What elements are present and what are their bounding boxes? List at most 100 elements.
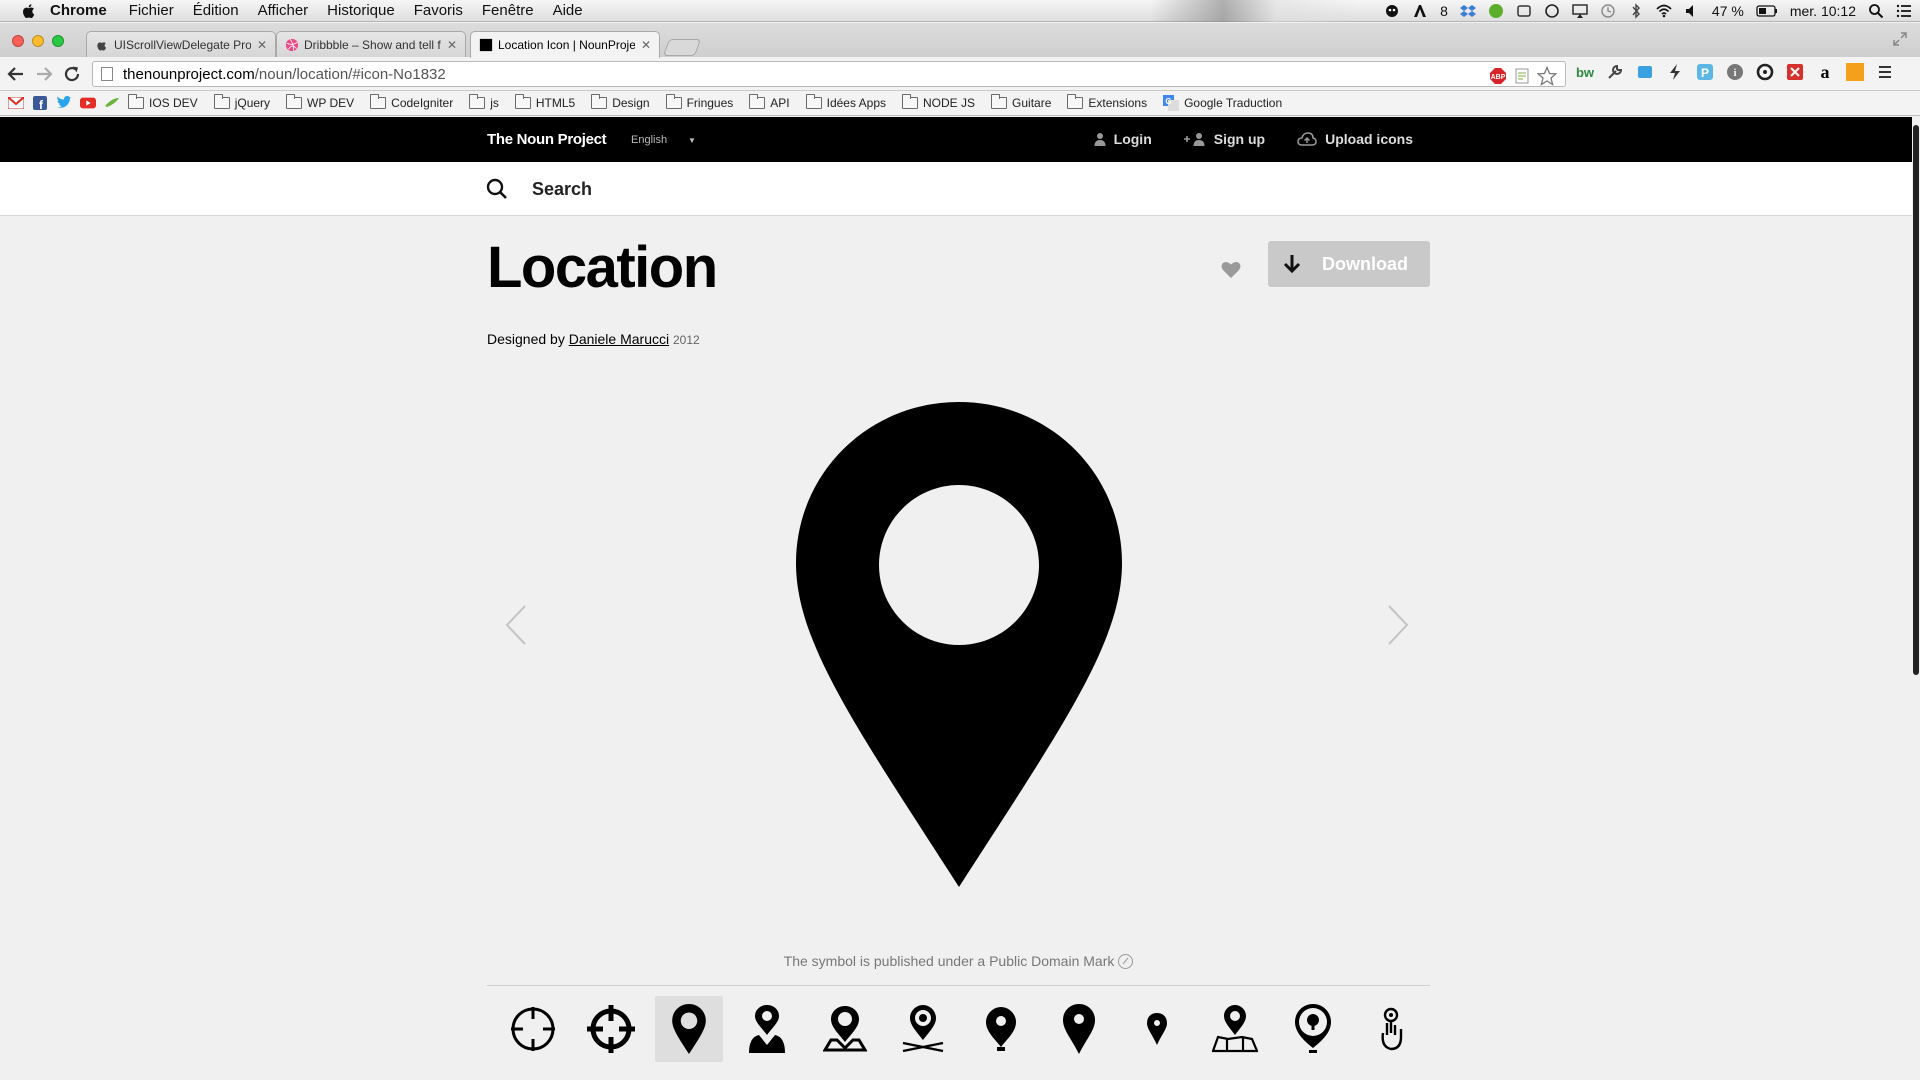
scrollbar-thumb[interactable] bbox=[1913, 125, 1919, 675]
tab-close-icon[interactable]: ✕ bbox=[641, 38, 651, 52]
tab-dribbble[interactable]: Dribbble – Show and tell fo ✕ bbox=[276, 31, 466, 57]
bluetooth-status-icon[interactable] bbox=[1628, 3, 1644, 19]
bw-extension-icon[interactable]: bw bbox=[1574, 61, 1596, 83]
related-target-icon[interactable] bbox=[577, 996, 645, 1062]
login-link[interactable]: Login bbox=[1094, 131, 1152, 147]
youtube-icon[interactable] bbox=[80, 95, 96, 111]
address-bar[interactable]: thenounproject.com/noun/location/#icon-N… bbox=[92, 61, 1566, 87]
airplay-status-icon[interactable] bbox=[1572, 3, 1588, 19]
designer-link[interactable]: Daniele Marucci bbox=[569, 331, 669, 347]
bookmark-folder[interactable]: Idées Apps bbox=[805, 94, 886, 110]
window-minimize-button[interactable] bbox=[32, 35, 44, 47]
spotify-status-icon[interactable] bbox=[1488, 3, 1504, 19]
related-hand-pointer-icon[interactable] bbox=[1357, 996, 1425, 1062]
upload-icons-link[interactable]: Upload icons bbox=[1297, 131, 1413, 147]
related-location-pin-icon[interactable] bbox=[655, 996, 723, 1062]
wifi-status-icon[interactable] bbox=[1656, 3, 1672, 19]
close-extension-icon[interactable] bbox=[1784, 61, 1806, 83]
bookmark-folder[interactable]: IOS DEV bbox=[128, 94, 198, 110]
bookmark-folder[interactable]: js bbox=[469, 94, 499, 110]
adobe-status-icon[interactable] bbox=[1412, 3, 1428, 19]
related-map-with-pin-icon[interactable] bbox=[1201, 996, 1269, 1062]
related-person-pin-icon[interactable] bbox=[733, 996, 801, 1062]
window-maximize-button[interactable] bbox=[52, 35, 64, 47]
battery-icon[interactable] bbox=[1756, 3, 1778, 19]
apple-menu-icon[interactable] bbox=[20, 2, 38, 20]
menu-app-name[interactable]: Chrome bbox=[50, 2, 107, 19]
chrome-menu-icon[interactable] bbox=[1874, 61, 1896, 83]
bookmark-folder[interactable]: Guitare bbox=[991, 94, 1051, 110]
license-text[interactable]: The symbol is published under a Public D… bbox=[784, 953, 1115, 969]
amazon-extension-icon[interactable]: a bbox=[1814, 61, 1836, 83]
tab-close-icon[interactable]: ✕ bbox=[447, 38, 457, 52]
tab-noun-project[interactable]: Location Icon | NounProjec ✕ bbox=[470, 31, 660, 58]
related-small-pin-icon[interactable] bbox=[1123, 996, 1191, 1062]
spotlight-search-icon[interactable] bbox=[1868, 3, 1884, 19]
caret-down-icon[interactable]: ▼ bbox=[688, 136, 696, 145]
next-icon-arrow[interactable] bbox=[1387, 604, 1409, 646]
settings-extension-icon[interactable] bbox=[1754, 61, 1776, 83]
menu-historique[interactable]: Historique bbox=[327, 2, 395, 19]
wrench-extension-icon[interactable] bbox=[1604, 61, 1626, 83]
bookmark-folder[interactable]: HTML5 bbox=[514, 94, 575, 110]
forward-button[interactable] bbox=[32, 62, 56, 86]
facebook-icon[interactable]: f bbox=[32, 95, 48, 111]
chat-status-icon[interactable] bbox=[1544, 3, 1560, 19]
tab-uiscrollview[interactable]: UIScrollViewDelegate Proto ✕ bbox=[86, 31, 276, 57]
bookmark-star-icon[interactable] bbox=[1537, 66, 1557, 86]
time-machine-status-icon[interactable] bbox=[1600, 3, 1616, 19]
lab-extension-icon[interactable] bbox=[1634, 61, 1656, 83]
menu-afficher[interactable]: Afficher bbox=[258, 2, 309, 19]
robot-status-icon[interactable] bbox=[1384, 3, 1400, 19]
bookmark-folder[interactable]: jQuery bbox=[213, 94, 270, 110]
previous-icon-arrow[interactable] bbox=[505, 604, 527, 646]
p-extension-icon[interactable]: P bbox=[1694, 61, 1716, 83]
menu-favoris[interactable]: Favoris bbox=[414, 2, 463, 19]
notification-center-icon[interactable] bbox=[1896, 3, 1912, 19]
bookmark-folder[interactable]: NODE JS bbox=[902, 94, 975, 110]
lightning-extension-icon[interactable] bbox=[1664, 61, 1686, 83]
orange-extension-icon[interactable] bbox=[1844, 61, 1866, 83]
menu-fichier[interactable]: Fichier bbox=[129, 2, 174, 19]
gmail-icon[interactable] bbox=[8, 95, 24, 111]
volume-status-icon[interactable] bbox=[1684, 3, 1700, 19]
app-status-icon[interactable] bbox=[1516, 3, 1532, 19]
related-marker-on-ground-icon[interactable] bbox=[889, 996, 957, 1062]
related-pin-alt-icon[interactable] bbox=[1045, 996, 1113, 1062]
dropbox-status-icon[interactable] bbox=[1459, 3, 1476, 19]
bookmark-folder[interactable]: CodeIgniter bbox=[370, 94, 453, 110]
adblock-icon[interactable]: ABP bbox=[1489, 67, 1507, 85]
feather-icon[interactable] bbox=[104, 95, 120, 111]
menubar-clock[interactable]: mer. 10:12 bbox=[1790, 3, 1856, 19]
bookmark-folder[interactable]: Design bbox=[591, 94, 650, 110]
signup-link[interactable]: Sign up bbox=[1183, 131, 1265, 147]
bookmark-folder[interactable]: Fringues bbox=[665, 94, 733, 110]
bookmark-folder[interactable]: Extensions bbox=[1067, 94, 1147, 110]
bookmark-folder[interactable]: API bbox=[749, 94, 790, 110]
download-button[interactable]: Download bbox=[1268, 241, 1430, 287]
menu-edition[interactable]: Édition bbox=[193, 2, 239, 19]
bookmark-folder[interactable]: WP DEV bbox=[286, 94, 354, 110]
info-extension-icon[interactable]: i bbox=[1724, 61, 1746, 83]
bookmark-google-translate[interactable]: G Google Traduction bbox=[1163, 95, 1282, 111]
related-pin-circle-icon[interactable] bbox=[1279, 996, 1347, 1062]
site-logo[interactable]: The Noun Project bbox=[487, 131, 607, 148]
related-pin-icon[interactable] bbox=[967, 996, 1035, 1062]
page-action-icon[interactable] bbox=[1513, 67, 1531, 85]
heart-icon[interactable] bbox=[1221, 261, 1241, 279]
new-tab-button[interactable] bbox=[662, 39, 702, 56]
tab-close-icon[interactable]: ✕ bbox=[257, 38, 267, 52]
search-icon[interactable] bbox=[486, 178, 508, 200]
back-button[interactable] bbox=[4, 62, 28, 86]
fullscreen-icon[interactable] bbox=[1892, 31, 1908, 47]
language-selector[interactable]: English bbox=[631, 134, 667, 146]
related-crosshair-icon[interactable] bbox=[499, 996, 567, 1062]
reload-button[interactable] bbox=[60, 62, 84, 86]
window-close-button[interactable] bbox=[12, 35, 24, 47]
page-scrollbar[interactable] bbox=[1912, 117, 1920, 1080]
twitter-icon[interactable] bbox=[56, 95, 72, 111]
related-map-marker-icon[interactable] bbox=[811, 996, 879, 1062]
menu-aide[interactable]: Aide bbox=[553, 2, 583, 19]
menu-fenetre[interactable]: Fenêtre bbox=[482, 2, 534, 19]
search-input[interactable] bbox=[532, 174, 1132, 204]
